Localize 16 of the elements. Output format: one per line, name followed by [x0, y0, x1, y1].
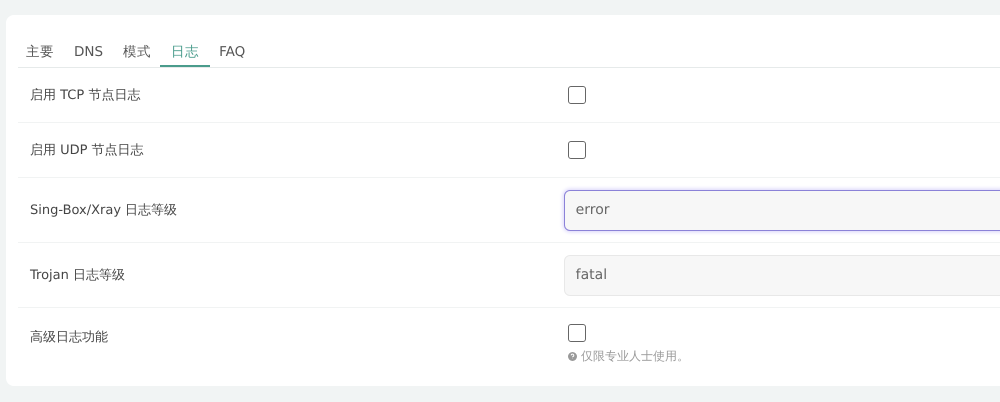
select-field[interactable]: fatal: [564, 254, 1000, 296]
tab[interactable]: FAQ: [208, 39, 256, 67]
setting-label: 高级日志功能: [30, 329, 109, 346]
setting-label: Trojan 日志等级: [30, 267, 126, 284]
checkbox[interactable]: [568, 141, 586, 159]
help-icon: [568, 352, 577, 360]
setting-label: Sing-Box/Xray 日志等级: [30, 202, 178, 219]
select-field[interactable]: error: [564, 190, 1000, 230]
setting-label: 启用 UDP 节点日志: [30, 142, 145, 159]
tab[interactable]: 模式: [112, 39, 162, 67]
checkbox[interactable]: [568, 324, 586, 342]
hint-text: 仅限专业人士使用。: [581, 348, 689, 364]
tab[interactable]: DNS: [63, 39, 114, 67]
checkbox[interactable]: [568, 86, 586, 104]
tab[interactable]: 主要: [18, 39, 65, 67]
setting-label: 启用 TCP 节点日志: [30, 87, 142, 104]
